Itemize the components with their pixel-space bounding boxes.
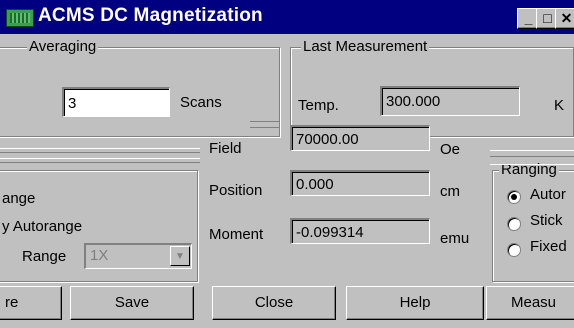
- ranging-option-autorange[interactable]: Autor: [530, 186, 566, 203]
- scans-label: Scans: [180, 94, 222, 111]
- redraw-artifact: [0, 162, 200, 163]
- close-button[interactable]: Close: [212, 286, 336, 320]
- position-value: 0.000: [290, 170, 430, 196]
- temp-label: Temp.: [298, 97, 339, 114]
- redraw-artifact: [250, 127, 280, 128]
- redraw-artifact: [0, 152, 200, 153]
- app-icon[interactable]: [6, 9, 34, 27]
- redraw-artifact: [490, 164, 574, 165]
- averaging-legend: Averaging: [27, 38, 99, 55]
- last-measurement-legend: Last Measurement: [301, 38, 430, 55]
- redraw-artifact: [0, 148, 200, 149]
- save-button[interactable]: Save: [70, 286, 194, 320]
- position-unit: cm: [440, 183, 460, 200]
- title-bar[interactable]: ACMS DC Magnetization _ □ ✕: [0, 0, 574, 34]
- close-window-button[interactable]: ✕: [555, 8, 574, 29]
- redraw-artifact: [0, 158, 200, 159]
- redraw-artifact: [490, 156, 574, 157]
- chevron-down-icon[interactable]: ▼: [170, 246, 190, 266]
- field-label: Field: [209, 140, 242, 157]
- range-select-value: 1X: [90, 247, 109, 264]
- field-value: 70000.00: [290, 125, 430, 151]
- redraw-artifact: [490, 150, 574, 151]
- help-button[interactable]: Help: [346, 286, 484, 320]
- ranging-autorange-radio[interactable]: [507, 190, 521, 204]
- position-label: Position: [209, 182, 263, 199]
- field-unit: Oe: [440, 141, 461, 158]
- redraw-artifact: [250, 121, 280, 122]
- partial-left-button[interactable]: re: [0, 286, 62, 320]
- window-title: ACMS DC Magnetization: [38, 5, 263, 26]
- moment-unit: emu: [440, 230, 470, 247]
- ranging-fixed-radio[interactable]: [507, 243, 521, 257]
- scans-input[interactable]: 3: [62, 87, 170, 117]
- temp-unit: K: [554, 97, 565, 114]
- range-option-label[interactable]: ange: [2, 190, 35, 207]
- range-select[interactable]: 1X ▼: [84, 243, 192, 269]
- range-label: Range: [22, 248, 67, 265]
- ranging-option-fixed[interactable]: Fixed: [530, 238, 567, 255]
- measure-button[interactable]: Measu: [486, 286, 574, 320]
- moment-value: -0.099314: [290, 218, 430, 244]
- ranging-sticky-radio[interactable]: [507, 217, 521, 231]
- temp-value: 300.000: [380, 86, 520, 116]
- sticky-autorange-label[interactable]: y Autorange: [2, 218, 82, 235]
- moment-label: Moment: [209, 226, 264, 243]
- ranging-option-sticky[interactable]: Stick: [530, 212, 563, 229]
